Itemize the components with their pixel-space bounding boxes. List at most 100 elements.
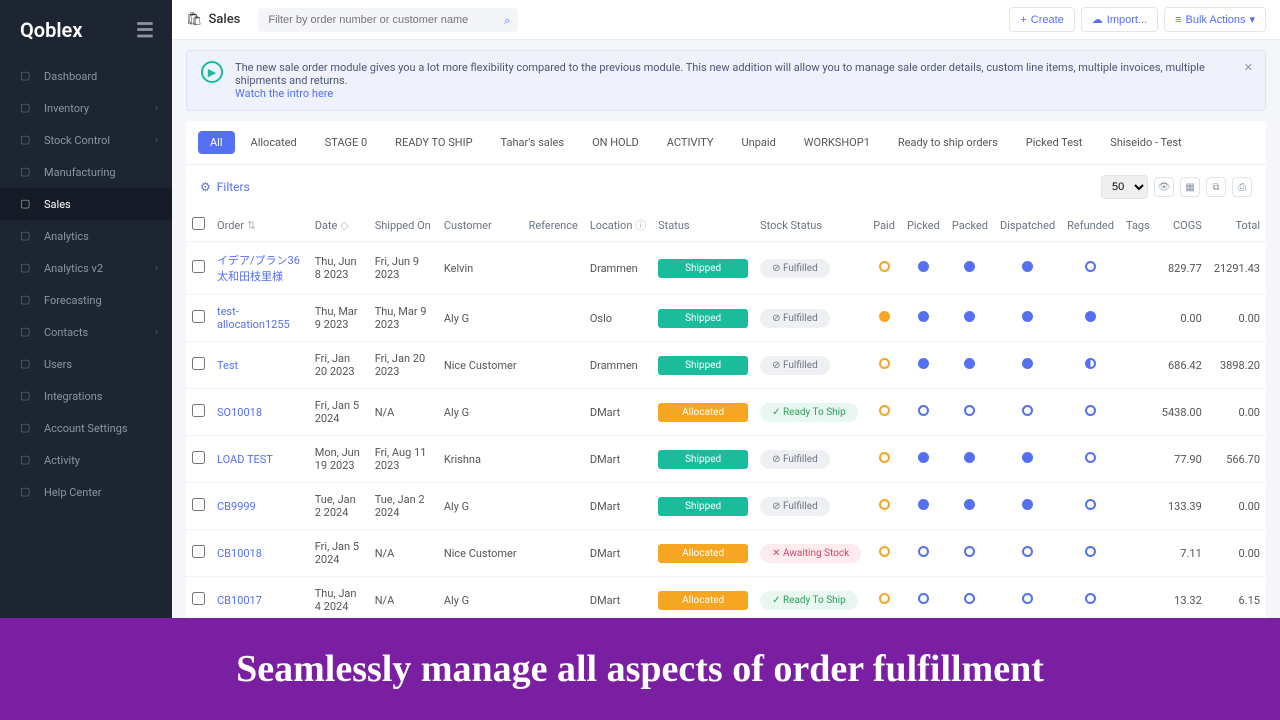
col-stock-status[interactable]: Stock Status bbox=[754, 209, 867, 242]
col-paid[interactable]: Paid bbox=[867, 209, 901, 242]
status-dot bbox=[879, 261, 890, 272]
sidebar-item-users[interactable]: ▢Users bbox=[0, 348, 172, 380]
col-packed[interactable]: Packed bbox=[946, 209, 994, 242]
sidebar-item-stock-control[interactable]: ▢Stock Control› bbox=[0, 124, 172, 156]
sidebar-item-forecasting[interactable]: ▢Forecasting bbox=[0, 284, 172, 316]
col-customer[interactable]: Customer bbox=[438, 209, 523, 242]
status-dot bbox=[1022, 405, 1033, 416]
order-link[interactable]: CB10017 bbox=[217, 594, 303, 607]
tab-workshop1[interactable]: WORKSHOP1 bbox=[792, 131, 882, 154]
tab-allocated[interactable]: Allocated bbox=[239, 131, 309, 154]
col-cogs[interactable]: COGS bbox=[1156, 209, 1208, 242]
sidebar-item-activity[interactable]: ▢Activity bbox=[0, 444, 172, 476]
chevron-right-icon: › bbox=[155, 103, 158, 114]
table-row[interactable]: SO10018Fri, Jan 5 2024N/AAly GDMartAlloc… bbox=[186, 389, 1266, 436]
table-row[interactable]: イデア/プラン36 太和田枝里様Thu, Jun 8 2023Fri, Jun … bbox=[186, 242, 1266, 295]
customer-cell: Kelvin bbox=[438, 242, 523, 295]
table-row[interactable]: CB10017Thu, Jan 4 2024N/AAly GDMartAlloc… bbox=[186, 577, 1266, 619]
search-icon[interactable]: ⌕ bbox=[504, 14, 510, 28]
status-dot bbox=[1085, 311, 1096, 322]
tab-tahar-s-sales[interactable]: Tahar's sales bbox=[489, 131, 577, 154]
row-checkbox[interactable] bbox=[192, 357, 205, 370]
col-shipped-on[interactable]: Shipped On bbox=[369, 209, 438, 242]
table-row[interactable]: CB10018Fri, Jan 5 2024N/ANice CustomerDM… bbox=[186, 530, 1266, 577]
bulk-actions-button[interactable]: ≡Bulk Actions ▾ bbox=[1164, 7, 1266, 32]
sidebar-item-dashboard[interactable]: ▢Dashboard bbox=[0, 60, 172, 92]
sidebar-item-inventory[interactable]: ▢Inventory› bbox=[0, 92, 172, 124]
banner-link[interactable]: Watch the intro here bbox=[235, 87, 333, 100]
row-checkbox[interactable] bbox=[192, 260, 205, 273]
tab-picked-test[interactable]: Picked Test bbox=[1014, 131, 1095, 154]
sidebar-item-manufacturing[interactable]: ▢Manufacturing bbox=[0, 156, 172, 188]
copy-icon[interactable]: ⧉ bbox=[1206, 177, 1226, 197]
col-dispatched[interactable]: Dispatched bbox=[994, 209, 1061, 242]
order-link[interactable]: test-allocation1255 bbox=[217, 305, 303, 331]
row-checkbox[interactable] bbox=[192, 545, 205, 558]
row-checkbox[interactable] bbox=[192, 451, 205, 464]
sidebar-item-contacts[interactable]: ▢Contacts› bbox=[0, 316, 172, 348]
date-cell: Fri, Jan 20 2023 bbox=[309, 342, 369, 389]
sidebar-item-analytics-v2[interactable]: ▢Analytics v2› bbox=[0, 252, 172, 284]
order-link[interactable]: CB10018 bbox=[217, 547, 303, 560]
table-row[interactable]: LOAD TESTMon, Jun 19 2023Fri, Aug 11 202… bbox=[186, 436, 1266, 483]
table-row[interactable]: TestFri, Jan 20 2023Fri, Jan 20 2023Nice… bbox=[186, 342, 1266, 389]
order-link[interactable]: Test bbox=[217, 359, 303, 372]
tab-on-hold[interactable]: ON HOLD bbox=[580, 131, 651, 154]
col-refunded[interactable]: Refunded bbox=[1061, 209, 1120, 242]
import-button[interactable]: ☁Import... bbox=[1081, 7, 1158, 32]
order-link[interactable]: SO10018 bbox=[217, 406, 303, 419]
col-date[interactable]: Date ◇ bbox=[309, 209, 369, 242]
col-tags[interactable]: Tags bbox=[1120, 209, 1156, 242]
tab-stage-0[interactable]: STAGE 0 bbox=[313, 131, 379, 154]
shipped-cell: Fri, Jan 20 2023 bbox=[369, 342, 438, 389]
select-all-checkbox[interactable] bbox=[192, 217, 205, 230]
visibility-icon[interactable]: 👁 bbox=[1154, 177, 1174, 197]
cogs-cell: 0.00 bbox=[1156, 295, 1208, 342]
sidebar-item-account-settings[interactable]: ▢Account Settings bbox=[0, 412, 172, 444]
tags-cell bbox=[1120, 436, 1156, 483]
location-cell: Drammen bbox=[584, 342, 652, 389]
status-dot bbox=[918, 546, 929, 557]
create-button[interactable]: +Create bbox=[1009, 7, 1074, 32]
nav-label: Stock Control bbox=[44, 134, 110, 147]
tab-ready-to-ship-orders[interactable]: Ready to ship orders bbox=[886, 131, 1010, 154]
filters-button[interactable]: ⚙ Filters bbox=[200, 180, 250, 194]
print-icon[interactable]: ⎙ bbox=[1232, 177, 1252, 197]
chevron-down-icon: ▾ bbox=[1249, 13, 1255, 26]
menu-toggle-icon[interactable]: ☰ bbox=[136, 18, 152, 42]
tab-ready-to-ship[interactable]: READY TO SHIP bbox=[383, 131, 484, 154]
sidebar-item-analytics[interactable]: ▢Analytics bbox=[0, 220, 172, 252]
topbar: 🛍 Sales ⌕ +Create ☁Import... ≡Bulk Actio… bbox=[172, 0, 1280, 40]
order-link[interactable]: LOAD TEST bbox=[217, 453, 303, 466]
col-order[interactable]: Order ⇅ bbox=[211, 209, 309, 242]
col-total[interactable]: Total bbox=[1208, 209, 1266, 242]
search-input[interactable] bbox=[258, 8, 518, 32]
col-reference[interactable]: Reference bbox=[523, 209, 584, 242]
sidebar-item-integrations[interactable]: ▢Integrations bbox=[0, 380, 172, 412]
shipped-cell: N/A bbox=[369, 577, 438, 619]
row-checkbox[interactable] bbox=[192, 404, 205, 417]
list-icon: ≡ bbox=[1175, 14, 1181, 26]
col-checkbox[interactable] bbox=[186, 209, 211, 242]
columns-icon[interactable]: ▦ bbox=[1180, 177, 1200, 197]
sidebar-item-help-center[interactable]: ▢Help Center bbox=[0, 476, 172, 508]
tab-activity[interactable]: ACTIVITY bbox=[655, 131, 726, 154]
tab-shiseido-test[interactable]: Shiseido - Test bbox=[1098, 131, 1193, 154]
table-row[interactable]: CB9999Tue, Jan 2 2024Tue, Jan 2 2024Aly … bbox=[186, 483, 1266, 530]
col-status[interactable]: Status bbox=[652, 209, 754, 242]
tabs: AllAllocatedSTAGE 0READY TO SHIPTahar's … bbox=[186, 121, 1266, 165]
row-checkbox[interactable] bbox=[192, 310, 205, 323]
page-size-select[interactable]: 50 bbox=[1101, 175, 1148, 199]
tab-all[interactable]: All bbox=[198, 131, 235, 154]
col-location[interactable]: Location ⓘ bbox=[584, 209, 652, 242]
row-checkbox[interactable] bbox=[192, 592, 205, 605]
order-link[interactable]: CB9999 bbox=[217, 500, 303, 513]
tab-unpaid[interactable]: Unpaid bbox=[730, 131, 788, 154]
col-picked[interactable]: Picked bbox=[901, 209, 946, 242]
sidebar-item-sales[interactable]: ▢Sales bbox=[0, 188, 172, 220]
row-checkbox[interactable] bbox=[192, 498, 205, 511]
close-icon[interactable]: ✕ bbox=[1244, 61, 1253, 74]
shipped-cell: Fri, Aug 11 2023 bbox=[369, 436, 438, 483]
table-row[interactable]: test-allocation1255Thu, Mar 9 2023Thu, M… bbox=[186, 295, 1266, 342]
order-link[interactable]: イデア/プラン36 太和田枝里様 bbox=[217, 252, 303, 284]
